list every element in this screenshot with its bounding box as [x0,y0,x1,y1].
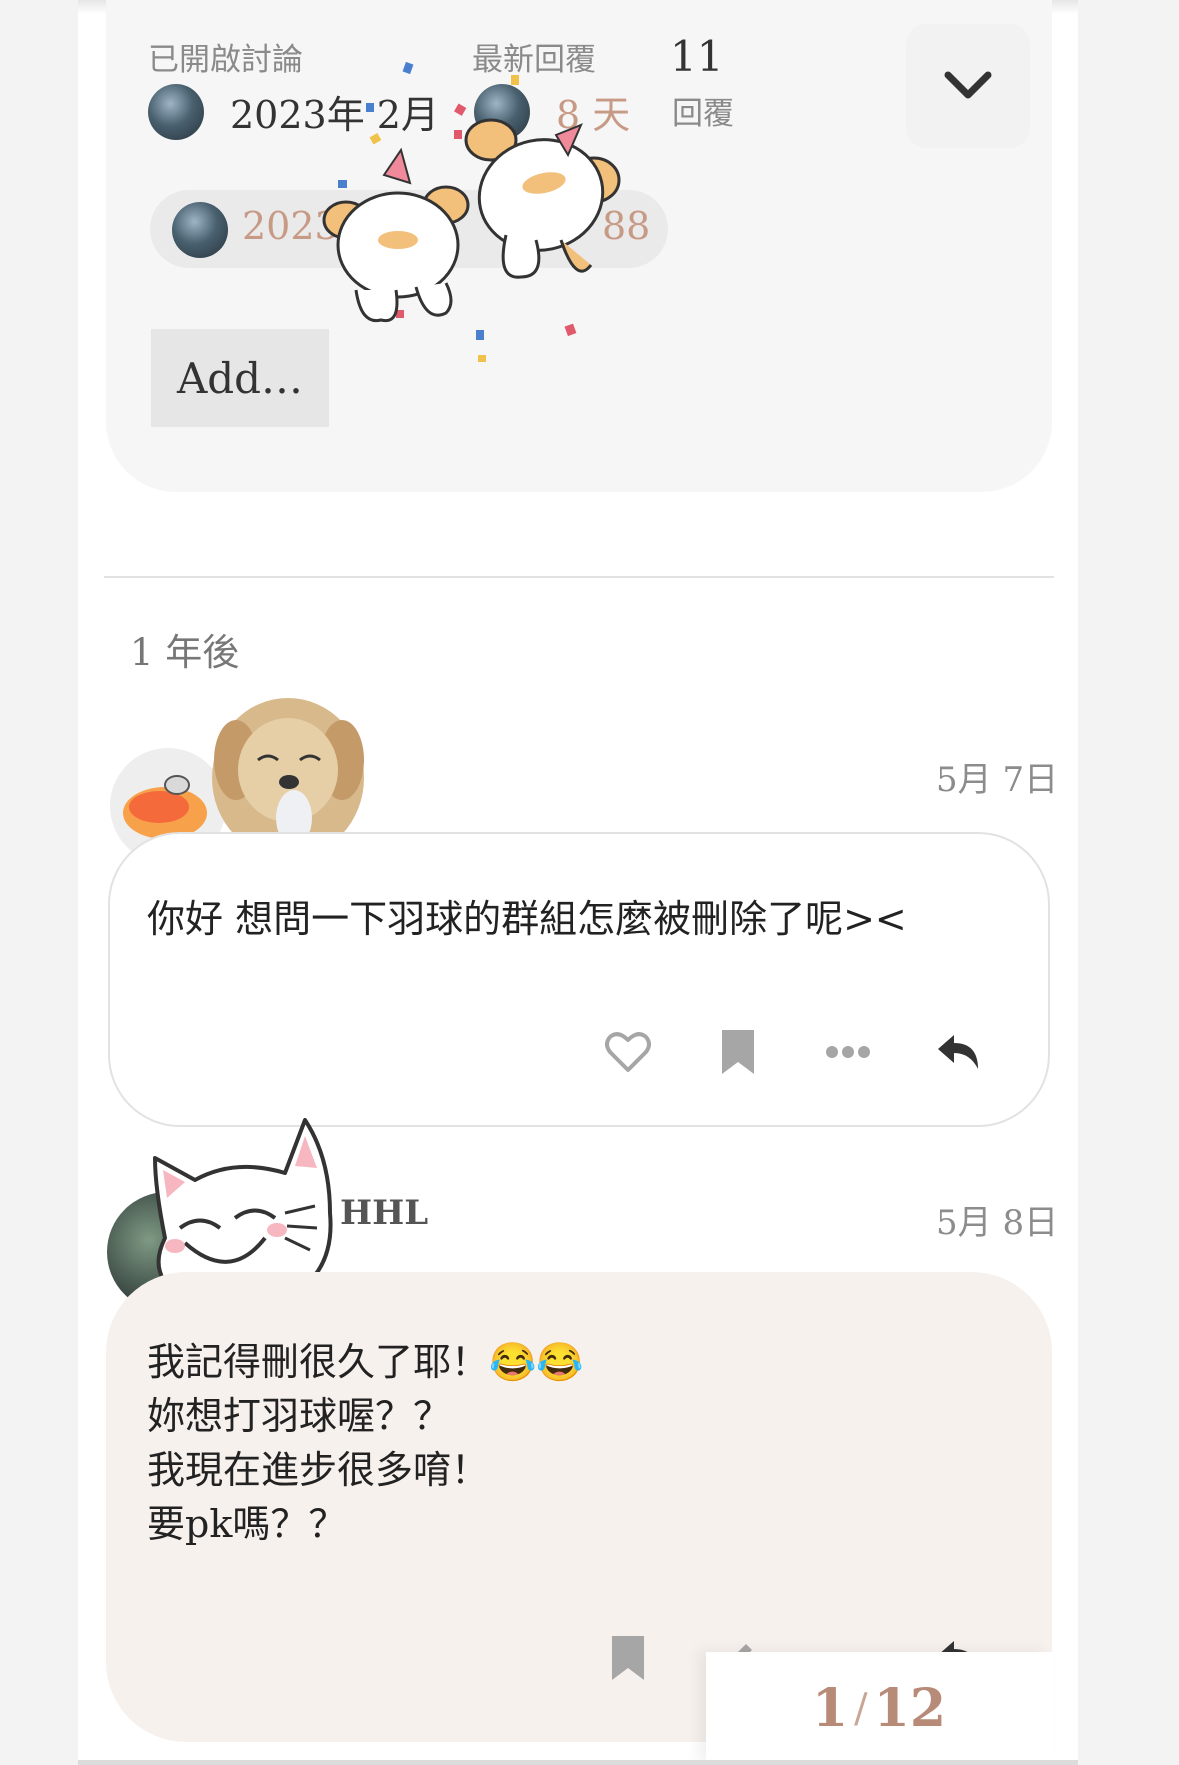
divider [104,576,1054,578]
bookmark-icon [722,1030,754,1074]
current-post-number: 1 [811,1678,849,1739]
bottom-edge [78,1760,1078,1765]
chevron-down-icon [944,71,992,99]
time-gap-label: 1 年後 [130,631,240,674]
post-2-username[interactable]: HHL [340,1193,428,1233]
post-1-actions [598,1022,988,1082]
post-2-line: 妳想打羽球喔？？ [147,1394,452,1438]
expand-summary-button[interactable] [906,24,1030,148]
post-1-text: 你好 想問一下羽球的群組怎麼被刪除了呢>< [147,897,907,941]
replies-label: 回覆 [672,96,734,132]
bookmark-button[interactable] [708,1022,768,1082]
reply-icon [938,1035,978,1069]
total-posts-number: 12 [873,1678,947,1739]
more-button[interactable] [818,1022,878,1082]
bookmark-button[interactable] [598,1628,658,1688]
like-button[interactable] [598,1022,658,1082]
post-2-line: 要pk嗎？？ [147,1502,347,1546]
topic-summary: 已開啟討論 2023年 2月 最新回覆 8 天 11 回覆 2023 88 Ad… [106,0,1052,492]
add-button[interactable]: Add… [151,329,329,427]
post-1-bubble [108,832,1050,1127]
bookmark-icon [612,1636,644,1680]
replies-count: 11 [670,32,724,81]
reply-button[interactable] [928,1022,988,1082]
post-2-date: 5月 8日 [936,1203,1059,1243]
post-counter[interactable]: 1 / 12 [706,1652,1052,1765]
more-icon [826,1046,870,1058]
heart-icon [605,1032,651,1072]
post-2-text: 我記得刪很久了耶！😂😂 妳想打羽球喔？？ 我現在進步很多唷！ 要pk嗎？？ [147,1335,584,1551]
post-1-date: 5月 7日 [936,760,1059,800]
counter-separator: / [854,1685,868,1732]
participant-avatar [172,202,228,258]
post-2-line: 我現在進步很多唷！ [147,1448,490,1492]
celebration-sticker [322,61,621,362]
created-label: 已開啟討論 [148,42,303,78]
post-2-line: 我記得刪很久了耶！😂😂 [147,1340,584,1384]
creator-avatar[interactable] [148,84,204,140]
